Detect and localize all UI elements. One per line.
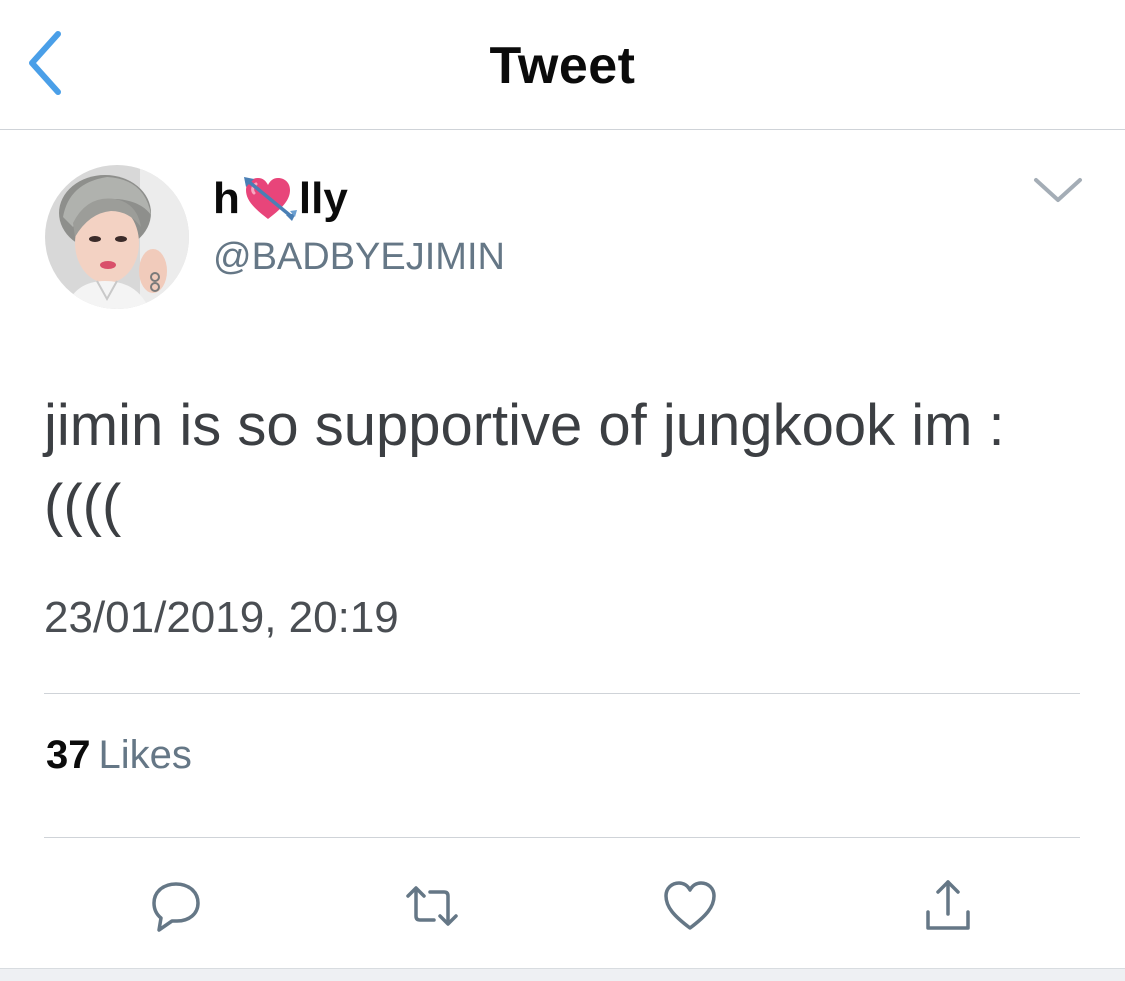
retweet-icon [406,886,458,926]
share-button[interactable] [918,876,978,936]
display-name-prefix: h [213,174,240,223]
tweet-timestamp: 23/01/2019, 20:19 [44,593,399,642]
page-title: Tweet [489,37,636,95]
tweet-options-button[interactable] [1030,172,1086,206]
avatar-photo [45,165,189,309]
divider [44,837,1080,838]
likes-count: 37 [46,733,91,777]
chevron-down-icon [1034,178,1082,202]
reply-button[interactable] [146,876,206,936]
share-icon [926,880,970,930]
user-handle[interactable]: @BADBYEJIMIN [213,236,505,279]
like-button[interactable] [660,876,720,936]
avatar[interactable] [45,165,189,309]
bottom-bar [0,968,1125,981]
retweet-button[interactable] [402,876,462,936]
tweet-text: jimin is so supportive of jungkook im : … [44,393,1021,538]
comment-icon [152,882,200,932]
display-name-suffix: lly [298,174,348,223]
heart-icon [664,881,716,930]
nav-bar: Tweet [0,0,1125,130]
display-name[interactable]: h lly [213,174,348,224]
likes-label: Likes [98,733,192,777]
likes-stat[interactable]: 37 Likes [46,733,192,778]
heart-with-arrow-emoji-icon [242,175,298,223]
divider [44,693,1080,694]
